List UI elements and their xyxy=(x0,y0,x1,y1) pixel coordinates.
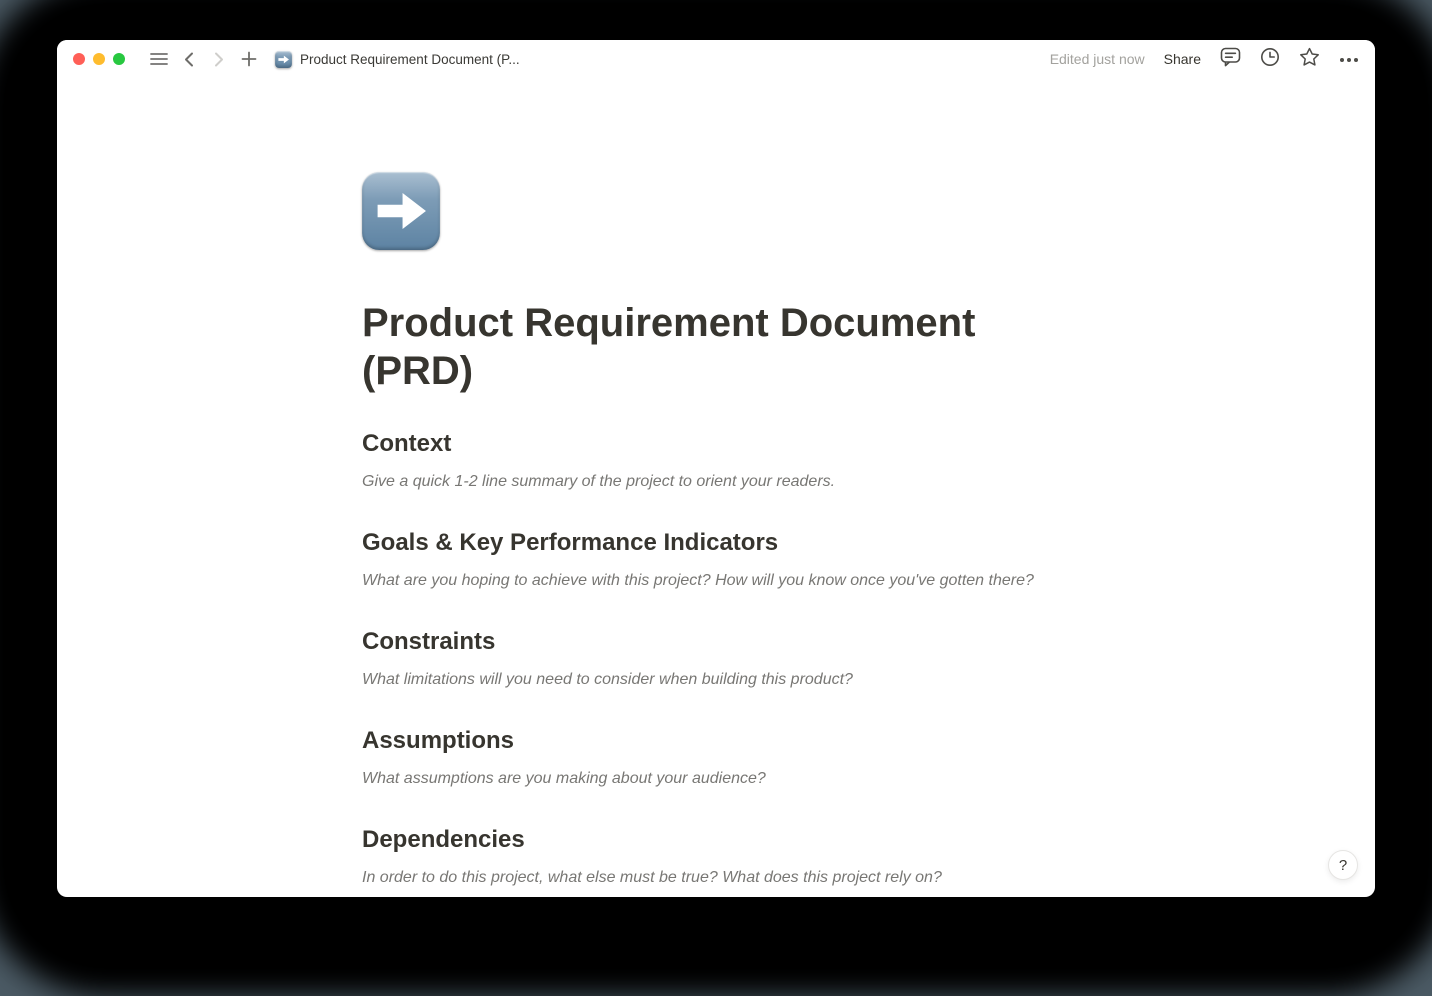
section-heading[interactable]: Constraints xyxy=(362,627,1070,657)
section-heading[interactable]: Assumptions xyxy=(362,726,1070,756)
page-title[interactable]: Product Requirement Document (PRD) xyxy=(362,299,1022,395)
new-tab-button[interactable] xyxy=(237,47,261,71)
clock-icon xyxy=(1260,47,1280,72)
chevron-left-icon xyxy=(184,52,194,67)
section-heading[interactable]: Goals & Key Performance Indicators xyxy=(362,528,1070,558)
question-mark-icon: ? xyxy=(1339,857,1347,874)
sections: Context Give a quick 1-2 line summary of… xyxy=(362,429,1070,890)
share-button[interactable]: Share xyxy=(1164,51,1201,67)
edited-status: Edited just now xyxy=(1050,51,1145,67)
page-icon-right-arrow-emoji[interactable] xyxy=(362,172,440,250)
notion-window: Product Requirement Document (P... Edite… xyxy=(57,40,1375,897)
doc-section: Constraints What limitations will you ne… xyxy=(362,627,1070,692)
back-button[interactable] xyxy=(177,47,201,71)
more-options-button[interactable] xyxy=(1339,50,1359,68)
titlebar: Product Requirement Document (P... Edite… xyxy=(57,40,1375,78)
section-description[interactable]: In order to do this project, what else m… xyxy=(362,866,1070,890)
sidebar-menu-button[interactable] xyxy=(147,47,171,71)
section-heading[interactable]: Context xyxy=(362,429,1070,459)
doc-section: Context Give a quick 1-2 line summary of… xyxy=(362,429,1070,494)
close-window-button[interactable] xyxy=(73,53,85,65)
section-description[interactable]: What are you hoping to achieve with this… xyxy=(362,569,1070,593)
chevron-right-icon xyxy=(214,52,224,67)
doc-section: Goals & Key Performance Indicators What … xyxy=(362,528,1070,593)
plus-icon xyxy=(241,51,257,67)
tab-title: Product Requirement Document (P... xyxy=(300,52,520,67)
zoom-window-button[interactable] xyxy=(113,53,125,65)
section-description[interactable]: What limitations will you need to consid… xyxy=(362,668,1070,692)
active-tab[interactable]: Product Requirement Document (P... xyxy=(275,51,520,68)
favorite-button[interactable] xyxy=(1299,47,1320,72)
section-description[interactable]: Give a quick 1-2 line summary of the pro… xyxy=(362,470,1070,494)
right-arrow-emoji-icon xyxy=(275,51,292,68)
help-button[interactable]: ? xyxy=(1328,850,1358,880)
ellipsis-icon xyxy=(1339,50,1359,68)
minimize-window-button[interactable] xyxy=(93,53,105,65)
section-description[interactable]: What assumptions are you making about yo… xyxy=(362,767,1070,791)
page-scroll-area[interactable]: Product Requirement Document (PRD) Conte… xyxy=(57,78,1375,897)
hamburger-menu-icon xyxy=(150,52,168,66)
comment-bubble-icon xyxy=(1220,47,1241,72)
page-history-button[interactable] xyxy=(1260,47,1280,72)
comments-button[interactable] xyxy=(1220,47,1241,72)
doc-section: Dependencies In order to do this project… xyxy=(362,825,1070,890)
traffic-lights xyxy=(73,53,125,65)
star-icon xyxy=(1299,47,1320,72)
doc-section: Assumptions What assumptions are you mak… xyxy=(362,726,1070,791)
section-heading[interactable]: Dependencies xyxy=(362,825,1070,855)
forward-button[interactable] xyxy=(207,47,231,71)
